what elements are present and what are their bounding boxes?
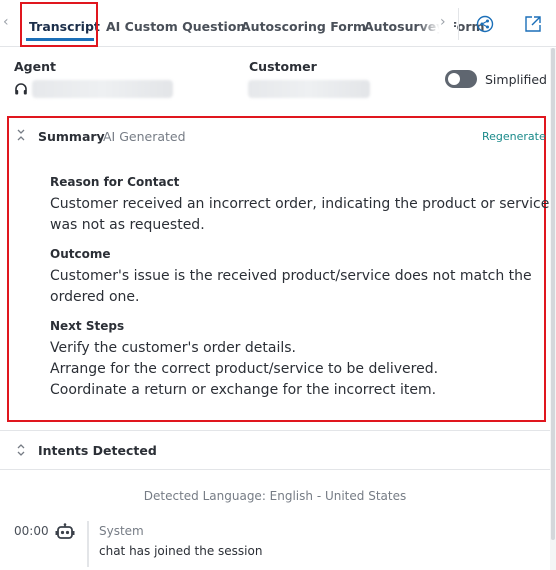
divider <box>0 469 550 470</box>
section-line: Customer received an incorrect order, in… <box>50 196 550 212</box>
expand-icon[interactable] <box>17 444 25 456</box>
summary-subtitle: AI Generated <box>103 129 186 144</box>
summary-title: Summary <box>38 129 105 144</box>
tab-ai-custom-question[interactable]: AI Custom Question <box>106 19 245 34</box>
section-line: Customer's issue is the received product… <box>50 268 532 284</box>
message-sender: System <box>99 524 144 538</box>
section-heading-outcome: Outcome <box>50 247 111 261</box>
section-line: ordered one. <box>50 289 140 305</box>
section-line: Arrange for the correct product/service … <box>50 361 439 377</box>
divider <box>0 430 550 431</box>
tab-overflow-fade <box>418 8 454 44</box>
section-heading-reason: Reason for Contact <box>50 175 180 189</box>
section-heading-next-steps: Next Steps <box>50 319 125 333</box>
simplified-toggle-label: Simplified <box>485 72 547 87</box>
scrollbar-thumb[interactable] <box>551 48 555 540</box>
bot-icon <box>55 523 75 539</box>
toggle-knob <box>448 73 460 85</box>
customer-name-redacted <box>248 80 370 98</box>
tab-autoscoring-form[interactable]: Autoscoring Form <box>241 19 366 34</box>
section-line: Coordinate a return or exchange for the … <box>50 382 437 398</box>
external-link-icon[interactable] <box>523 14 543 34</box>
regenerate-button[interactable]: Regenerate <box>482 130 546 143</box>
message-bar <box>87 521 89 567</box>
customer-label: Customer <box>249 59 317 74</box>
agent-label: Agent <box>14 59 56 74</box>
headset-icon <box>15 83 27 95</box>
chevron-right-icon[interactable]: › <box>440 14 446 30</box>
message-text: chat has joined the session <box>99 544 263 558</box>
tab-highlight-box <box>20 2 98 47</box>
simplified-toggle[interactable] <box>445 70 477 88</box>
agent-name-redacted <box>32 80 173 98</box>
intents-detected-header[interactable]: Intents Detected <box>38 443 157 458</box>
share-icon[interactable] <box>475 14 495 34</box>
section-line: Verify the customer's order details. <box>50 340 296 356</box>
tab-bar: ‹ Transcript AI Custom Question Autoscor… <box>0 0 556 47</box>
toolbar-divider <box>458 8 459 40</box>
chevron-left-icon[interactable]: ‹ <box>3 14 9 30</box>
message-timestamp: 00:00 <box>14 524 49 538</box>
collapse-icon[interactable] <box>16 129 26 141</box>
section-line: was not as requested. <box>50 217 205 233</box>
detected-language: Detected Language: English - United Stat… <box>143 489 407 503</box>
